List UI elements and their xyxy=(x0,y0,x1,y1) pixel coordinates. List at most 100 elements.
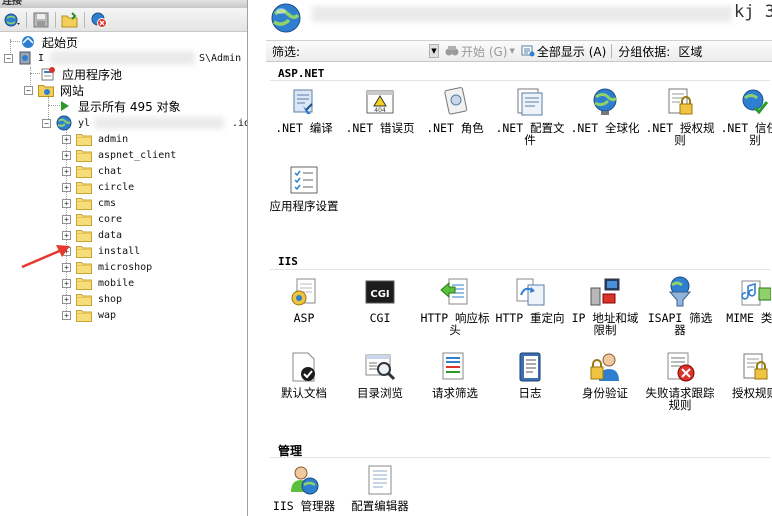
app-settings-icon xyxy=(287,163,321,197)
feature-net-compile[interactable]: .NET 编译 xyxy=(266,85,342,134)
feature-failed-request-tracing[interactable]: 失败请求跟踪规则 xyxy=(642,350,718,411)
tree-item-folder[interactable]: + shop xyxy=(62,291,122,307)
feature-label: ASP xyxy=(293,311,315,325)
feature-label: .NET 配置文件 xyxy=(495,121,565,147)
feature-configuration-editor[interactable]: 配置编辑器 xyxy=(342,463,418,512)
features-list: ASP.NET IIS 管理 .NET 编译 404 .NET 错误页 .NET 角色… xyxy=(266,63,772,516)
filter-input[interactable] xyxy=(306,43,426,59)
section-header-iis: IIS xyxy=(278,255,298,268)
feature-label: HTTP 重定向 xyxy=(495,311,565,325)
tree-item-folder[interactable]: + cms xyxy=(62,195,116,211)
tree-item-site[interactable]: − yl xyxy=(42,115,90,131)
feature-ip-restrictions[interactable]: IP 地址和域限制 xyxy=(567,275,643,336)
feature-net-error-pages[interactable]: 404 .NET 错误页 xyxy=(342,85,418,134)
filter-dropdown-icon[interactable]: ▼ xyxy=(429,44,439,58)
tree-item-sites[interactable]: − 网站 xyxy=(24,82,84,98)
svg-text:404: 404 xyxy=(374,107,386,114)
expand-icon[interactable]: + xyxy=(62,166,71,176)
tree-item-show-all[interactable]: 显示所有 495 对象 xyxy=(60,98,181,114)
open-folder-icon[interactable] xyxy=(60,10,80,30)
feature-isapi-filters[interactable]: ISAPI 筛选器 xyxy=(642,275,718,336)
collapse-icon[interactable]: − xyxy=(24,85,33,95)
tree-item-folder[interactable]: + mobile xyxy=(62,275,134,291)
feature-label: .NET 全球化 xyxy=(570,121,640,135)
tree-item-folder[interactable]: + install xyxy=(62,243,140,259)
feature-logging[interactable]: 日志 xyxy=(492,350,568,399)
tree-item-folder[interactable]: + data xyxy=(62,227,122,243)
start-filter-button[interactable]: 开始 (G) ▼ xyxy=(445,43,515,60)
feature-label: .NET 错误页 xyxy=(345,121,415,135)
expand-icon[interactable]: + xyxy=(62,150,71,160)
feature-authentication[interactable]: 身份验证 xyxy=(567,350,643,399)
show-all-button[interactable]: 全部显示 (A) xyxy=(521,43,606,60)
tree-item-start-page[interactable]: 起始页 xyxy=(20,34,78,50)
tree-item-folder[interactable]: + microshop xyxy=(62,259,152,275)
feature-asp[interactable]: ASP xyxy=(266,275,342,324)
folder-label: admin xyxy=(98,133,129,145)
feature-iis-manager-permissions[interactable]: IIS 管理器 xyxy=(266,463,342,512)
start-dropdown-icon[interactable]: ▼ xyxy=(509,47,514,55)
toolbar-separator xyxy=(84,11,85,28)
expand-icon[interactable]: + xyxy=(62,278,71,288)
section-divider xyxy=(270,80,770,81)
tree-item-folder[interactable]: + admin xyxy=(62,131,128,147)
tree-guide-line xyxy=(30,73,40,74)
feature-net-authorization[interactable]: .NET 授权规则 xyxy=(642,85,718,146)
expand-icon[interactable]: + xyxy=(62,214,71,224)
feature-authorization-rules[interactable]: 授权规则 xyxy=(717,350,772,399)
tree-item-folder[interactable]: + circle xyxy=(62,179,134,195)
folder-label: wap xyxy=(98,309,117,321)
feature-net-trust-levels[interactable]: .NET 信任级别 xyxy=(717,85,772,146)
disconnect-icon[interactable] xyxy=(89,10,109,30)
folder-icon xyxy=(76,197,92,210)
site-name-suffix-row: .id xyxy=(232,115,247,131)
default-document-icon xyxy=(287,350,321,384)
folder-icon xyxy=(76,277,92,290)
feature-label: .NET 信任级别 xyxy=(720,121,772,147)
features-view: kj 3 筛选: ▼ 开始 (G) ▼ 全部显示 (A) 分组依据: 区域 AS… xyxy=(266,0,772,516)
expand-icon[interactable]: + xyxy=(62,310,71,320)
collapse-icon[interactable]: − xyxy=(4,53,13,63)
feature-directory-browsing[interactable]: 目录浏览 xyxy=(342,350,418,399)
feature-label: 授权规则 xyxy=(732,386,772,400)
expand-icon[interactable]: + xyxy=(62,294,71,304)
tree-item-folder[interactable]: + wap xyxy=(62,307,116,323)
folder-label: shop xyxy=(98,293,123,305)
feature-app-settings[interactable]: 应用程序设置 xyxy=(266,163,342,212)
tree-item-label: 应用程序池 xyxy=(62,67,123,82)
expand-icon[interactable]: + xyxy=(62,182,71,192)
expand-icon[interactable]: + xyxy=(62,230,71,240)
feature-http-redirect[interactable]: HTTP 重定向 xyxy=(492,275,568,324)
feature-http-headers[interactable]: HTTP 响应标头 xyxy=(417,275,493,336)
redacted-site-name xyxy=(94,117,224,129)
directory-browsing-icon xyxy=(363,350,397,384)
feature-net-globalization[interactable]: .NET 全球化 xyxy=(567,85,643,134)
feature-mime-types[interactable]: MIME 类型 xyxy=(717,275,772,324)
tree-item-app-pools[interactable]: 应用程序池 xyxy=(40,66,122,82)
feature-label: 日志 xyxy=(518,386,542,400)
save-icon[interactable] xyxy=(31,10,51,30)
feature-cgi[interactable]: CGI CGI xyxy=(342,275,418,324)
folder-icon xyxy=(76,165,92,178)
tree-item-server[interactable]: − I xyxy=(4,50,44,66)
feature-default-document[interactable]: 默认文档 xyxy=(266,350,342,399)
connect-icon[interactable] xyxy=(2,10,22,30)
feature-net-roles[interactable]: .NET 角色 xyxy=(417,85,493,134)
expand-icon[interactable]: + xyxy=(62,198,71,208)
folder-icon xyxy=(76,261,92,274)
tree-item-folder[interactable]: + core xyxy=(62,211,122,227)
net-profile-icon xyxy=(513,85,547,119)
folder-label: chat xyxy=(98,165,123,177)
group-by-select[interactable]: 区域 xyxy=(678,43,702,60)
redacted-header-title xyxy=(312,6,732,22)
folder-icon xyxy=(76,149,92,162)
toolbar-separator xyxy=(26,11,27,28)
expand-icon[interactable]: + xyxy=(62,134,71,144)
folder-label: cms xyxy=(98,197,117,209)
tree-item-folder[interactable]: + aspnet_client xyxy=(62,147,176,163)
feature-request-filtering[interactable]: 请求筛选 xyxy=(417,350,493,399)
collapse-icon[interactable]: − xyxy=(42,118,51,128)
filter-toolbar: 筛选: ▼ 开始 (G) ▼ 全部显示 (A) 分组依据: 区域 xyxy=(266,40,772,62)
feature-net-profile[interactable]: .NET 配置文件 xyxy=(492,85,568,146)
tree-item-folder[interactable]: + chat xyxy=(62,163,122,179)
